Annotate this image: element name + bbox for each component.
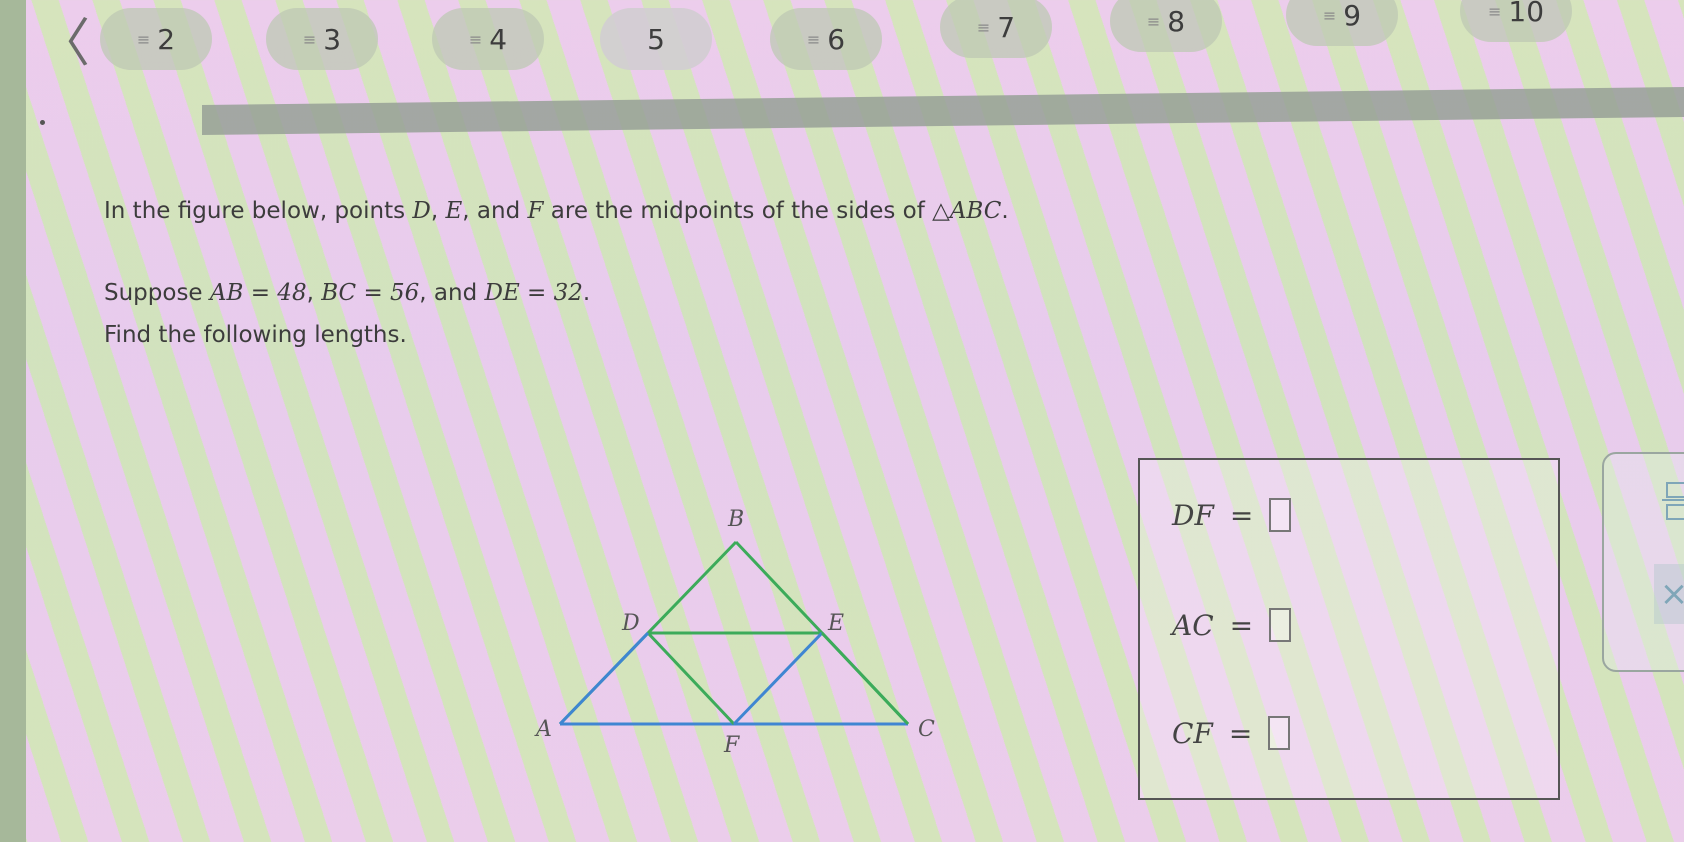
given-ab: AB = 48 (209, 280, 307, 306)
lines-icon: ≡ (1322, 5, 1336, 25)
back-arrow-icon[interactable]: 〈 (38, 18, 90, 72)
answer-row-df: DF = (1172, 498, 1292, 532)
clear-button[interactable]: × (1654, 564, 1684, 624)
question-number: 5 (647, 22, 665, 56)
text-segment: In the figure below, points (104, 198, 413, 224)
left-edge-strip (0, 0, 26, 842)
question-number: 6 (827, 22, 846, 56)
close-icon: × (1659, 574, 1684, 614)
triangle-figure: B D E A F C (534, 507, 935, 758)
question-number: 9 (1343, 0, 1362, 32)
segment-ec (820, 631, 910, 726)
text-segment: , and (462, 198, 528, 224)
point-e-var: E (445, 198, 463, 224)
point-f-var: F (527, 198, 544, 224)
point-d-var: D (412, 198, 431, 224)
equals-sign: = (1229, 498, 1254, 532)
lines-icon: ≡ (136, 29, 150, 49)
problem-instruction: Find the following lengths. (104, 322, 407, 348)
label-f: F (723, 733, 740, 758)
lines-icon: ≡ (1487, 1, 1501, 21)
collapse-marker (40, 120, 45, 125)
segment-df (646, 631, 736, 726)
text-segment: , and (419, 280, 485, 306)
question-number: 3 (323, 22, 342, 56)
text-segment: , (430, 198, 446, 224)
answer-label: DF (1172, 498, 1214, 532)
question-6-button[interactable]: ≡ 6 (770, 8, 882, 70)
fraction-denominator-icon (1666, 504, 1684, 520)
ac-input[interactable] (1269, 608, 1292, 642)
problem-statement-line-1: In the figure below, points D, E, and F … (104, 198, 1009, 224)
lines-icon: ≡ (806, 29, 820, 49)
question-5-button[interactable]: 5 (600, 8, 712, 70)
label-d: D (621, 611, 640, 636)
question-2-button[interactable]: ≡ 2 (100, 8, 212, 70)
given-de: DE = 32 (484, 280, 583, 306)
math-tools-panel: × (1602, 452, 1684, 672)
fraction-bar-icon (1662, 499, 1684, 501)
text-segment: are the midpoints of the sides of (543, 198, 933, 224)
text-segment: . (1001, 198, 1009, 224)
question-7-button[interactable]: ≡ 7 (940, 0, 1052, 58)
segment-ad (558, 631, 650, 726)
equals-sign: = (1229, 608, 1254, 642)
equals-sign: = (1228, 716, 1253, 750)
question-number: 7 (997, 10, 1016, 44)
lines-icon: ≡ (976, 17, 990, 37)
problem-statement-line-2: Suppose AB = 48, BC = 56, and DE = 32. (104, 280, 590, 306)
label-c: C (918, 717, 935, 742)
lines-icon: ≡ (302, 29, 316, 49)
label-a: A (534, 717, 552, 742)
text-segment: . (582, 280, 591, 306)
cf-input[interactable] (1268, 716, 1291, 750)
label-b: B (727, 507, 744, 532)
answer-label: CF (1172, 716, 1213, 750)
fraction-button[interactable] (1660, 478, 1684, 522)
text-segment: Suppose (104, 280, 210, 306)
question-9-button[interactable]: ≡ 9 (1286, 0, 1398, 46)
lines-icon: ≡ (1146, 11, 1160, 31)
text-segment: , (306, 280, 322, 306)
question-3-button[interactable]: ≡ 3 (266, 8, 378, 70)
question-4-button[interactable]: ≡ 4 (432, 8, 544, 70)
df-input[interactable] (1269, 498, 1292, 532)
question-number: 2 (157, 22, 176, 56)
question-10-button[interactable]: ≡ 10 (1460, 0, 1572, 42)
progress-bar (202, 86, 1684, 136)
lines-icon: ≡ (468, 29, 482, 49)
answer-row-cf: CF = (1172, 716, 1291, 750)
answer-panel: DF = AC = CF = (1138, 458, 1560, 800)
question-number: 10 (1508, 0, 1545, 28)
label-e: E (827, 611, 844, 636)
fraction-numerator-icon (1666, 482, 1684, 498)
segment-ef (732, 631, 824, 726)
answer-row-ac: AC = (1172, 608, 1292, 642)
given-bc: BC = 56 (321, 280, 420, 306)
question-8-button[interactable]: ≡ 8 (1110, 0, 1222, 52)
triangle-abc: △ABC (932, 198, 1002, 224)
question-number: 4 (489, 22, 508, 56)
answer-label: AC (1172, 608, 1214, 642)
question-number: 8 (1167, 4, 1186, 38)
